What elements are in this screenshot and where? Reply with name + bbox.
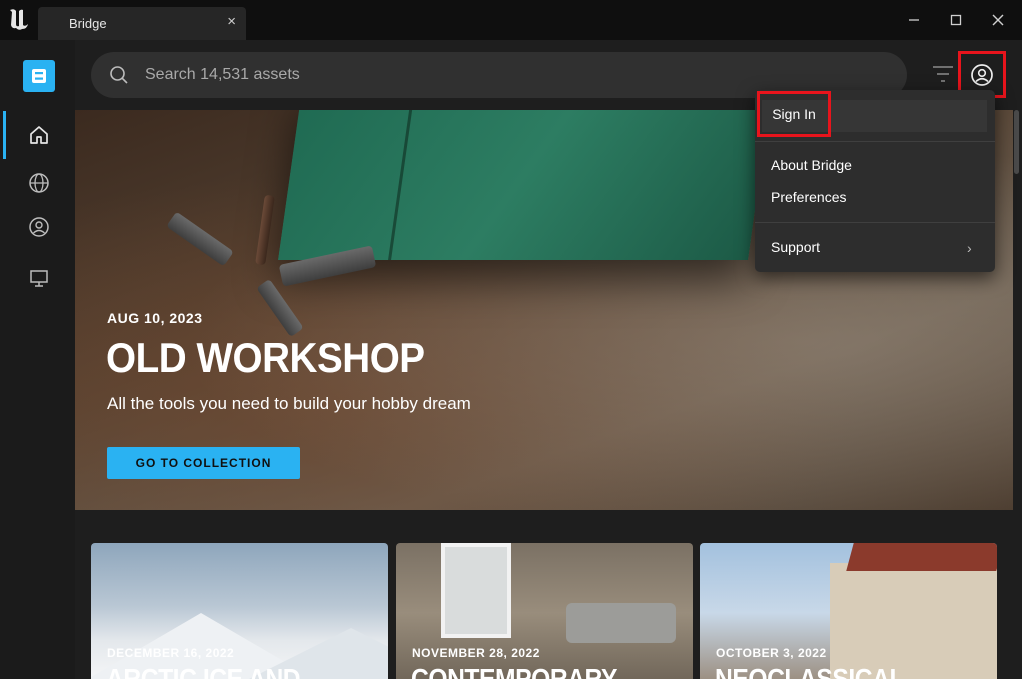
card-image-roof xyxy=(846,543,997,571)
sidebar-item-local[interactable] xyxy=(25,264,53,292)
sign-in-menu-item[interactable]: Sign In xyxy=(757,91,831,137)
hero-image-screw xyxy=(255,194,275,266)
maximize-button[interactable] xyxy=(944,8,968,32)
search-icon xyxy=(110,66,128,84)
card-title: NEOCLASSICAL xyxy=(715,663,905,679)
monitor-icon xyxy=(30,270,48,287)
user-circle-icon xyxy=(971,63,993,86)
hero-subtitle: All the tools you need to build your hob… xyxy=(107,394,471,413)
sidebar-item-home[interactable] xyxy=(25,121,53,149)
about-bridge-menu-item[interactable]: About Bridge xyxy=(771,157,852,173)
home-icon xyxy=(30,126,48,144)
chevron-right-icon: › xyxy=(967,240,972,256)
globe-icon xyxy=(29,173,49,193)
card-date: OCTOBER 3, 2022 xyxy=(716,646,827,660)
account-menu: Sign In About Bridge Preferences Support… xyxy=(755,90,995,272)
collection-card[interactable]: NOVEMBER 28, 2022 CONTEMPORARY xyxy=(396,543,693,679)
menu-divider xyxy=(755,222,995,223)
card-image-sofa xyxy=(566,603,676,643)
maximize-icon xyxy=(950,14,962,26)
hero-title: OLD WORKSHOP xyxy=(106,334,425,381)
search-input[interactable] xyxy=(145,62,845,88)
go-to-collection-button[interactable]: GO TO COLLECTION xyxy=(107,447,300,479)
hero-image-toolbox xyxy=(278,110,772,260)
tab-title: Bridge xyxy=(69,16,107,31)
nav-active-indicator xyxy=(3,111,6,159)
collection-card[interactable]: DECEMBER 16, 2022 ARCTIC ICE AND xyxy=(91,543,388,679)
sidebar-item-explore[interactable] xyxy=(25,169,53,197)
collection-card[interactable]: OCTOBER 3, 2022 NEOCLASSICAL xyxy=(700,543,997,679)
support-menu-item[interactable]: Support xyxy=(771,239,820,255)
card-title: ARCTIC ICE AND xyxy=(106,663,301,679)
tab-close-icon[interactable]: × xyxy=(227,13,236,30)
scrollbar-thumb[interactable] xyxy=(1014,110,1019,174)
sidebar-item-account[interactable] xyxy=(25,213,53,241)
bridge-logo[interactable] xyxy=(23,60,55,92)
close-window-button[interactable] xyxy=(986,8,1010,32)
bridge-logo-icon xyxy=(32,69,46,83)
hero-image-bolt xyxy=(256,278,304,338)
card-image-building xyxy=(830,563,997,679)
unreal-logo-icon xyxy=(10,9,28,30)
menu-divider xyxy=(755,141,995,142)
minimize-button[interactable] xyxy=(902,8,926,32)
minimize-icon xyxy=(909,19,919,21)
filter-icon[interactable] xyxy=(931,64,955,84)
close-icon xyxy=(992,14,1004,26)
card-date: NOVEMBER 28, 2022 xyxy=(412,646,540,660)
card-title: CONTEMPORARY xyxy=(411,663,617,679)
preferences-menu-item[interactable]: Preferences xyxy=(771,189,846,205)
hero-image-bolt xyxy=(166,211,234,267)
hero-date: AUG 10, 2023 xyxy=(107,310,203,326)
card-image-window xyxy=(441,543,511,638)
user-circle-icon xyxy=(29,217,49,237)
bridge-tab[interactable]: Bridge × xyxy=(38,7,246,40)
title-bar: Bridge × xyxy=(0,0,1022,40)
sidebar xyxy=(0,40,75,679)
card-date: DECEMBER 16, 2022 xyxy=(107,646,235,660)
